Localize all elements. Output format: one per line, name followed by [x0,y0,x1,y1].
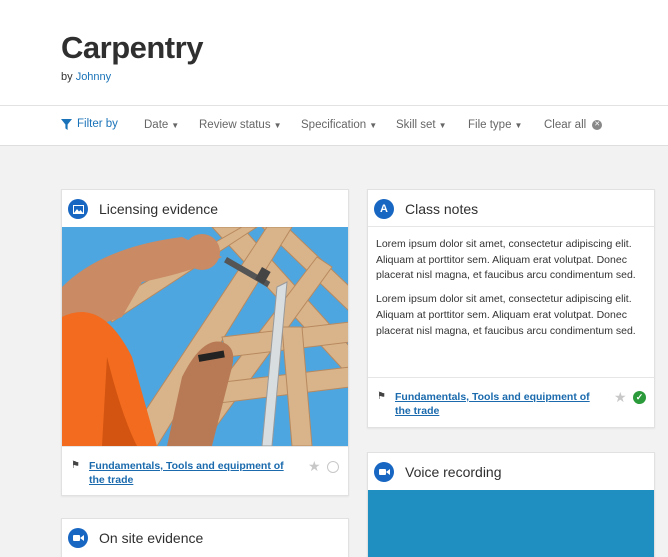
star-icon[interactable]: ★ [614,389,627,406]
skill-link[interactable]: Fundamentals, Tools and equipment of the… [89,459,294,487]
video-icon [68,528,88,548]
card-header: Licensing evidence [62,190,348,227]
evidence-card-class-notes[interactable]: A Class notes Lorem ipsum dolor sit amet… [367,189,655,428]
card-title: On site evidence [99,530,204,546]
review-status-pending-icon[interactable] [327,461,339,473]
filter-specification[interactable]: Specification ▼ [301,119,377,131]
card-title: Voice recording [405,464,502,480]
page-header: Carpentry by Johnny [0,0,668,106]
filter-file-type-label: File type [468,119,512,131]
filter-by-label: Filter by [77,118,118,130]
video-icon [374,462,394,482]
card-header: On site evidence [62,519,348,556]
card-title: Class notes [405,201,479,217]
evidence-card-on-site[interactable]: On site evidence [61,518,349,557]
chevron-down-icon: ▼ [438,120,447,130]
filter-review-status[interactable]: Review status ▼ [199,119,282,131]
chevron-down-icon: ▼ [171,120,180,130]
card-title: Licensing evidence [99,201,219,217]
chevron-down-icon: ▼ [273,120,282,130]
carpenter-photo[interactable] [62,227,348,446]
evidence-card-licensing[interactable]: Licensing evidence ⚑ Fundamentals, Tools… [61,189,349,496]
notes-paragraph: Lorem ipsum dolor sit amet, consectetur … [376,293,636,337]
filter-file-type[interactable]: File type ▼ [468,119,522,131]
media-player[interactable] [368,490,654,557]
filter-skill-set[interactable]: Skill set ▼ [396,119,447,131]
by-label: by [61,71,73,83]
check-circle-icon[interactable]: ✓ [633,391,646,404]
clear-all-button[interactable]: Clear all ✕ [544,119,603,131]
funnel-icon [61,118,72,130]
notes-body: Lorem ipsum dolor sit amet, consectetur … [368,227,654,377]
author-byline: by Johnny [61,71,111,83]
filter-by-button[interactable]: Filter by [61,118,118,130]
filter-bar: Filter by Date ▼ Review status ▼ Specifica… [0,106,668,146]
tag-icon: ⚑ [71,460,80,471]
page-title: Carpentry [61,30,203,65]
chevron-down-icon: ▼ [369,120,378,130]
filter-date-label: Date [144,119,169,131]
skill-link[interactable]: Fundamentals, Tools and equipment of the… [395,390,600,418]
text-icon: A [374,199,394,219]
filter-skill-set-label: Skill set [396,119,436,131]
filter-specification-label: Specification [301,119,367,131]
card-footer: ⚑ Fundamentals, Tools and equipment of t… [368,377,654,427]
card-header: Voice recording [368,453,654,490]
close-icon: ✕ [592,120,603,130]
clear-all-label: Clear all [544,119,587,131]
filter-date[interactable]: Date ▼ [144,119,179,131]
card-header: A Class notes [368,190,654,227]
author-link[interactable]: Johnny [76,71,111,83]
image-icon [68,199,88,219]
chevron-down-icon: ▼ [514,120,523,130]
tag-icon: ⚑ [377,391,386,402]
filter-review-status-label: Review status [199,119,271,131]
notes-paragraph: Lorem ipsum dolor sit amet, consectetur … [376,238,636,282]
evidence-card-voice-recording[interactable]: Voice recording [367,452,655,557]
star-icon[interactable]: ★ [308,458,321,475]
card-footer: ⚑ Fundamentals, Tools and equipment of t… [62,446,348,495]
